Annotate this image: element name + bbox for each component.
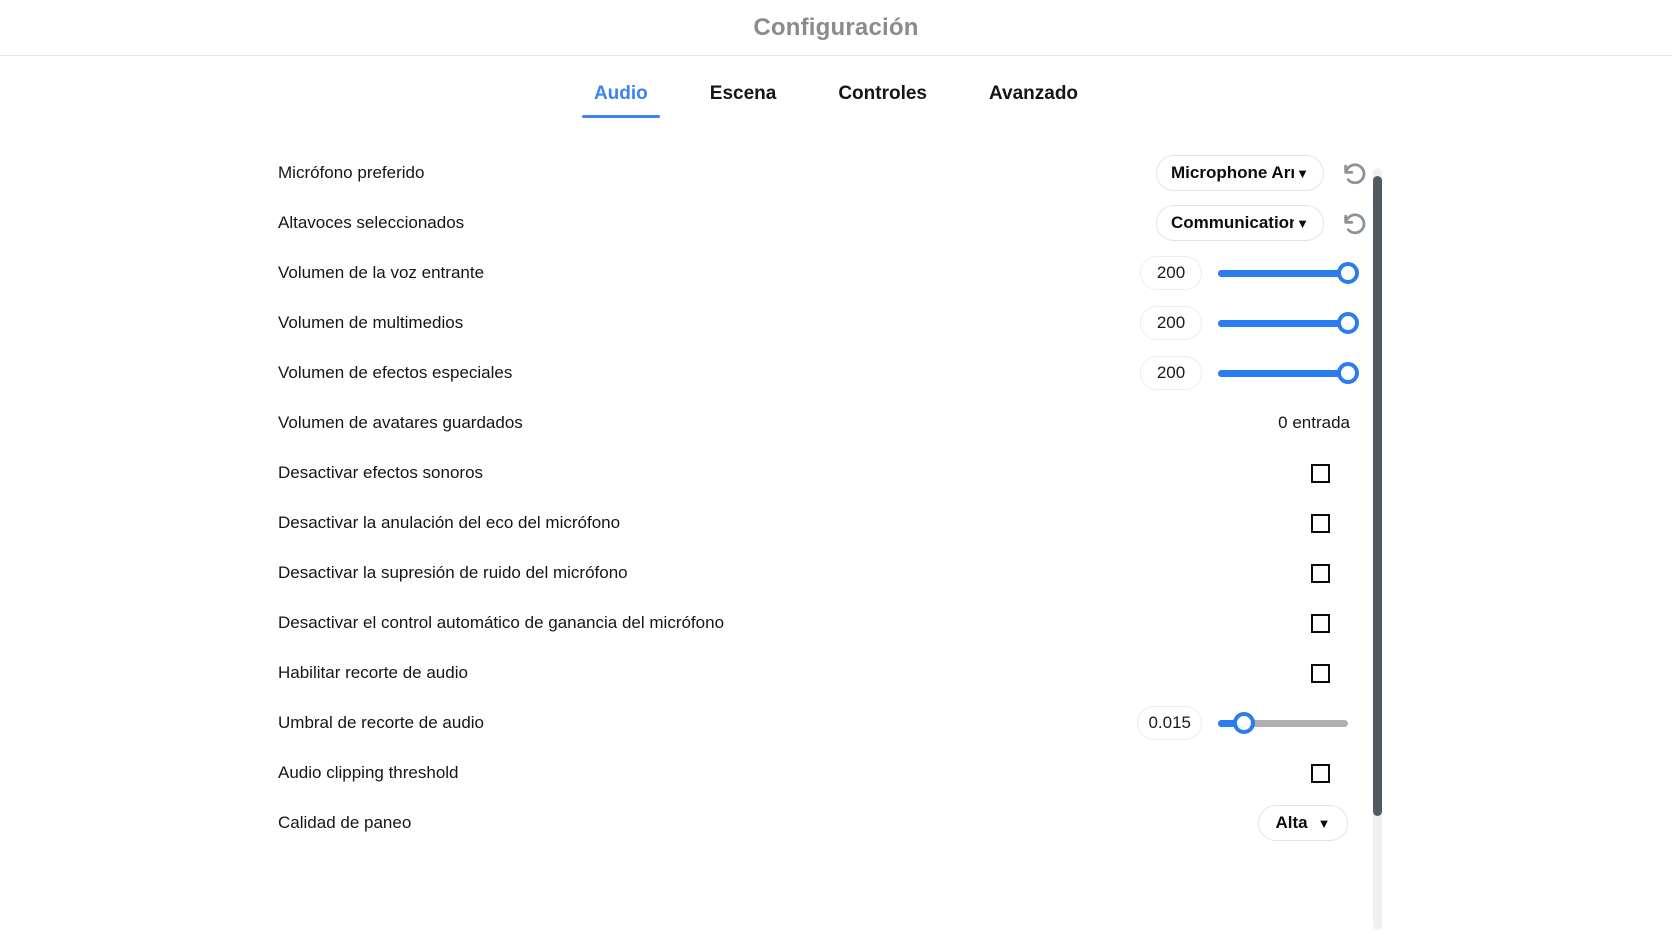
slider-thumb[interactable] [1337,362,1359,384]
setting-checkbox[interactable] [1311,613,1330,633]
setting-label: Volumen de efectos especiales [278,363,513,382]
slider-fill [1218,269,1348,277]
setting-row: Desactivar la anulación del eco del micr… [0,498,1672,548]
dropdown-select[interactable]: Alta ▼ [1258,805,1348,841]
setting-row: Desactivar efectos sonoros [0,448,1672,498]
dropdown-value: Alta [1275,813,1308,832]
setting-control [1072,513,1372,533]
slider-fill [1218,319,1348,327]
window-header: Configuración [0,0,1672,56]
chevron-down-icon: ▼ [1296,215,1309,231]
dropdown-select[interactable]: Communications▼ [1156,205,1324,241]
setting-label: Desactivar la supresión de ruido del mic… [278,563,628,582]
chevron-down-icon: ▼ [1317,815,1331,831]
tab-audio[interactable]: Audio [581,83,660,118]
slider-value-input[interactable]: 200 [1140,256,1202,290]
setting-row: Audio clipping threshold [0,748,1672,798]
slider-value-input[interactable]: 0.015 [1137,706,1202,740]
setting-checkbox[interactable] [1311,513,1330,533]
setting-label: Umbral de recorte de audio [278,713,485,732]
setting-control [1072,613,1372,633]
setting-label: Micrófono preferido [278,163,425,182]
setting-row: Desactivar el control automático de gana… [0,598,1672,648]
setting-control [1072,663,1372,683]
slider-thumb[interactable] [1337,262,1359,284]
dropdown-select[interactable]: Microphone Array▼ [1156,155,1324,191]
setting-control: Communications▼ [1072,205,1372,241]
reset-button[interactable] [1338,156,1372,190]
setting-label: Altavoces seleccionados [278,213,465,232]
setting-control: 0 entrada [1072,413,1372,433]
static-value: 0 entrada [1278,413,1350,432]
setting-label: Desactivar el control automático de gana… [278,613,725,632]
tab-bar: Audio Escena Controles Avanzado [0,56,1672,118]
dropdown-value: Communications [1171,213,1294,232]
setting-checkbox[interactable] [1311,563,1330,583]
slider-thumb[interactable] [1337,312,1359,334]
dropdown-value: Microphone Array [1171,163,1294,182]
setting-label: Audio clipping threshold [278,763,459,782]
slider-fill [1218,369,1348,377]
setting-row: Volumen de efectos especiales 200 [0,348,1672,398]
setting-control: 200 [1072,306,1372,340]
tab-controles[interactable]: Controles [826,83,939,118]
setting-row: Volumen de la voz entrante 200 [0,248,1672,298]
slider-thumb[interactable] [1233,712,1255,734]
settings-window: Configuración Audio Escena Controles Avanza… [0,0,1672,943]
setting-label: Volumen de la voz entrante [278,263,485,282]
setting-control: Microphone Array▼ [1072,155,1372,191]
setting-label: Volumen de multimedios [278,313,464,332]
setting-row: Altavoces seleccionados Communications▼ [0,198,1672,248]
setting-control: 200 [1072,356,1372,390]
scrollbar-thumb[interactable] [1373,176,1382,816]
setting-row: Umbral de recorte de audio 0.015 [0,698,1672,748]
reset-button[interactable] [1338,206,1372,240]
setting-row: Volumen de multimedios 200 [0,298,1672,348]
setting-control: Alta ▼ [1072,805,1372,841]
setting-control: 200 [1072,256,1372,290]
settings-list: Micrófono preferidoMicrophone Array▼Alta… [0,118,1672,848]
setting-row: Habilitar recorte de audio [0,648,1672,698]
chevron-down-icon: ▼ [1296,165,1309,181]
setting-checkbox[interactable] [1311,463,1330,483]
setting-row: Desactivar la supresión de ruido del mic… [0,548,1672,598]
volume-slider[interactable] [1218,306,1359,340]
vertical-scrollbar[interactable] [1373,168,1382,930]
page-title: Configuración [753,13,919,41]
setting-control [1072,563,1372,583]
undo-arrow-icon [1344,163,1366,185]
tab-avanzado[interactable]: Avanzado [977,83,1090,118]
volume-slider[interactable] [1218,256,1359,290]
setting-label: Volumen de avatares guardados [278,413,523,432]
setting-checkbox[interactable] [1311,763,1330,783]
setting-checkbox[interactable] [1311,663,1330,683]
setting-control: 0.015 [1072,706,1372,740]
volume-slider[interactable] [1218,356,1359,390]
tab-escena[interactable]: Escena [698,83,789,118]
volume-slider[interactable] [1218,706,1348,740]
setting-row: Volumen de avatares guardados 0 entrada [0,398,1672,448]
undo-arrow-icon [1344,213,1366,235]
setting-label: Desactivar la anulación del eco del micr… [278,513,621,532]
slider-value-input[interactable]: 200 [1140,306,1202,340]
setting-label: Desactivar efectos sonoros [278,463,484,482]
setting-label: Calidad de paneo [278,813,412,832]
setting-label: Habilitar recorte de audio [278,663,468,682]
slider-value-input[interactable]: 200 [1140,356,1202,390]
setting-control [1072,763,1372,783]
setting-control [1072,463,1372,483]
setting-row: Micrófono preferido Microphone Array▼ [0,148,1672,198]
setting-row: Calidad de paneo Alta ▼ [0,798,1672,848]
